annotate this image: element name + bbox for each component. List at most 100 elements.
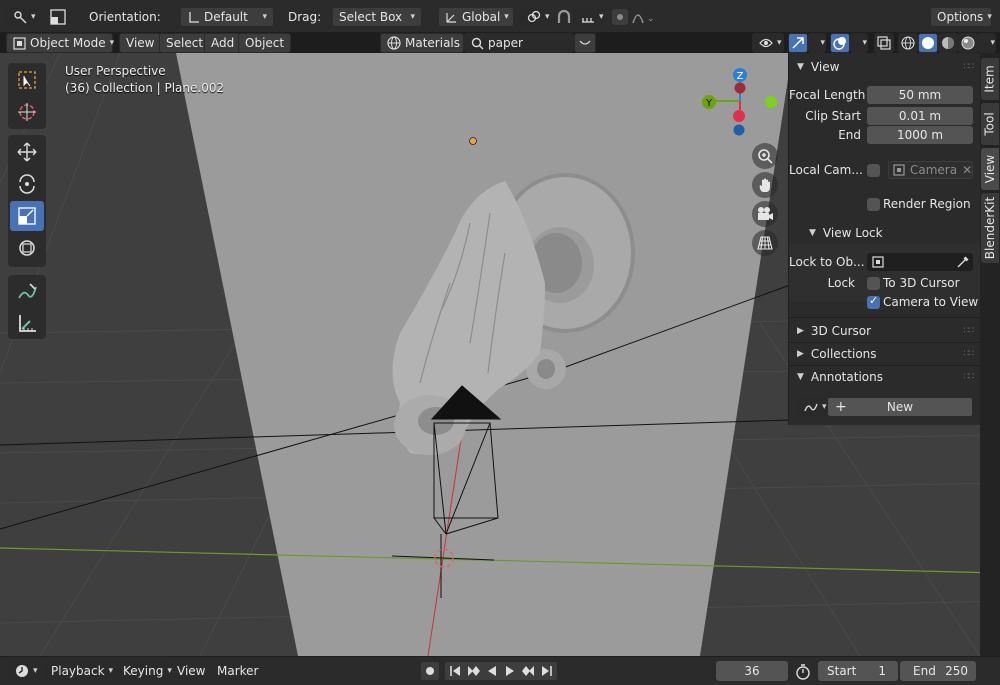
- keying-menu[interactable]: Keying ▾: [116, 661, 172, 681]
- timeline-view-menu[interactable]: View: [177, 661, 205, 681]
- clear-icon[interactable]: ✕: [962, 161, 972, 179]
- menu-view[interactable]: View: [119, 33, 162, 53]
- rotate-tool[interactable]: [10, 169, 44, 199]
- scale-tool[interactable]: [10, 201, 44, 231]
- shading-rendered-button[interactable]: [958, 33, 978, 53]
- proportional-edit-icon[interactable]: [612, 9, 628, 25]
- grip-icon[interactable]: ∷∷: [964, 62, 975, 72]
- gizmo-toggle-button[interactable]: [788, 33, 808, 53]
- view-lock-section-header[interactable]: ▼ View Lock: [789, 222, 981, 244]
- zoom-button[interactable]: [752, 143, 778, 169]
- gizmo-neg-y-axis[interactable]: [765, 96, 777, 108]
- lock-to-3d-cursor-checkbox[interactable]: [867, 277, 880, 290]
- search-input[interactable]: paper: [464, 33, 574, 53]
- record-button[interactable]: [420, 661, 440, 681]
- play-reverse-icon[interactable]: [486, 665, 498, 677]
- shading-solid-button[interactable]: [918, 33, 938, 53]
- jump-start-icon[interactable]: [449, 665, 461, 677]
- menu-add[interactable]: Add: [204, 33, 242, 53]
- new-annotation-button[interactable]: + New: [827, 397, 973, 417]
- focal-length-label: Focal Length: [789, 88, 866, 102]
- gizmo-dropdown[interactable]: ▾: [808, 33, 826, 53]
- shading-wireframe-button[interactable]: [898, 33, 918, 53]
- material-filter-value: Materials: [405, 36, 461, 50]
- search-options-button[interactable]: [574, 33, 596, 53]
- scale-tool-icon[interactable]: [50, 9, 66, 25]
- render-region-checkbox[interactable]: [867, 198, 880, 211]
- gizmo-neg-z-axis[interactable]: [733, 124, 745, 136]
- grip-icon[interactable]: ∷∷: [964, 372, 975, 382]
- orientation-dropdown[interactable]: Default ▾: [180, 7, 274, 27]
- visibility-dropdown[interactable]: ▾: [752, 33, 784, 53]
- stopwatch-icon[interactable]: [794, 663, 812, 681]
- pivot-point-button[interactable]: ▾: [520, 7, 552, 27]
- annotate-tool[interactable]: [10, 277, 44, 307]
- gizmo-neg-x-axis[interactable]: [734, 82, 746, 94]
- cursor-tool[interactable]: [10, 97, 44, 127]
- xray-toggle-button[interactable]: [874, 33, 894, 53]
- annotation-data-dropdown[interactable]: ▾: [797, 397, 827, 417]
- focal-length-field[interactable]: 50 mm: [867, 86, 973, 104]
- tab-blenderkit[interactable]: BlenderKit: [981, 193, 999, 263]
- tab-view[interactable]: View: [981, 148, 999, 190]
- expanded-icon: ▼: [809, 228, 816, 238]
- measure-tool[interactable]: [10, 308, 44, 338]
- snap-magnet-icon[interactable]: [556, 9, 572, 25]
- options-dropdown[interactable]: Options ▾: [930, 7, 992, 27]
- eyedropper-icon[interactable]: [957, 256, 969, 268]
- view-section-title: View: [810, 60, 840, 74]
- annotations-section-header[interactable]: ▼ Annotations ∷∷: [789, 366, 981, 388]
- clip-start-field[interactable]: 0.01 m: [867, 107, 973, 125]
- light-object[interactable]: [469, 137, 477, 145]
- play-icon[interactable]: [504, 665, 516, 677]
- start-frame-field[interactable]: Start 1: [818, 661, 898, 681]
- perspective-label: User Perspective: [65, 64, 166, 78]
- current-frame-field[interactable]: 36: [716, 661, 788, 681]
- collections-section-header[interactable]: ▶ Collections ∷∷: [789, 343, 981, 365]
- material-sphere-icon: [941, 36, 955, 50]
- menu-select[interactable]: Select: [159, 33, 211, 53]
- local-camera-checkbox[interactable]: [867, 164, 880, 177]
- search-icon: [471, 37, 484, 50]
- end-frame-field[interactable]: End 250: [900, 661, 976, 681]
- 3d-cursor-section-header[interactable]: ▶ 3D Cursor ∷∷: [789, 320, 981, 342]
- perspective-toggle-button[interactable]: [752, 230, 778, 256]
- drag-dropdown[interactable]: Select Box ▾: [332, 7, 422, 27]
- falloff-icon[interactable]: ⌄: [632, 9, 656, 25]
- tab-tool[interactable]: Tool: [981, 103, 999, 145]
- marker-menu[interactable]: Marker: [217, 661, 258, 681]
- plus-icon: +: [835, 399, 847, 415]
- menu-object[interactable]: Object: [238, 33, 292, 53]
- transform-tool[interactable]: [10, 233, 44, 263]
- grip-icon[interactable]: ∷∷: [964, 349, 975, 359]
- sidebar-panel: ▼ View ∷∷ Focal Length 50 mm Clip Start 0…: [788, 53, 981, 425]
- select-box-tool[interactable]: [10, 65, 44, 95]
- camera-to-view-checkbox[interactable]: [867, 294, 880, 309]
- jump-end-icon[interactable]: [541, 665, 553, 677]
- prev-keyframe-icon[interactable]: [467, 665, 481, 677]
- snap-target-button[interactable]: ▾: [574, 7, 606, 27]
- shading-dropdown[interactable]: ▾: [978, 33, 996, 53]
- move-tool[interactable]: [10, 137, 44, 167]
- mode-dropdown[interactable]: Object Mode ▾: [6, 33, 114, 53]
- transform-orientation-dropdown[interactable]: Global ▾: [438, 7, 514, 27]
- view-section-header[interactable]: ▼ View ∷∷: [789, 56, 981, 78]
- pan-button[interactable]: [752, 172, 778, 198]
- editor-type-dropdown[interactable]: ▾: [8, 661, 40, 681]
- gizmo-z-label: Z: [737, 71, 744, 82]
- playback-menu[interactable]: Playback ▾: [44, 661, 116, 681]
- clip-end-field[interactable]: 1000 m: [867, 126, 973, 144]
- overlay-dropdown[interactable]: ▾: [850, 33, 868, 53]
- tab-item[interactable]: Item: [981, 58, 999, 100]
- camera-view-button[interactable]: [752, 201, 778, 227]
- local-camera-field[interactable]: Camera ✕: [888, 161, 973, 179]
- next-keyframe-icon[interactable]: [521, 665, 535, 677]
- gizmo-x-axis[interactable]: [733, 110, 745, 122]
- chevron-down-icon: ▾: [987, 12, 992, 22]
- shading-material-button[interactable]: [938, 33, 958, 53]
- overlay-toggle-button[interactable]: [830, 33, 850, 53]
- material-filter-dropdown[interactable]: Materials▾: [380, 33, 469, 53]
- lock-to-object-field[interactable]: [867, 253, 973, 271]
- grip-icon[interactable]: ∷∷: [964, 326, 975, 336]
- transform-pivot-button[interactable]: ▾: [6, 7, 38, 27]
